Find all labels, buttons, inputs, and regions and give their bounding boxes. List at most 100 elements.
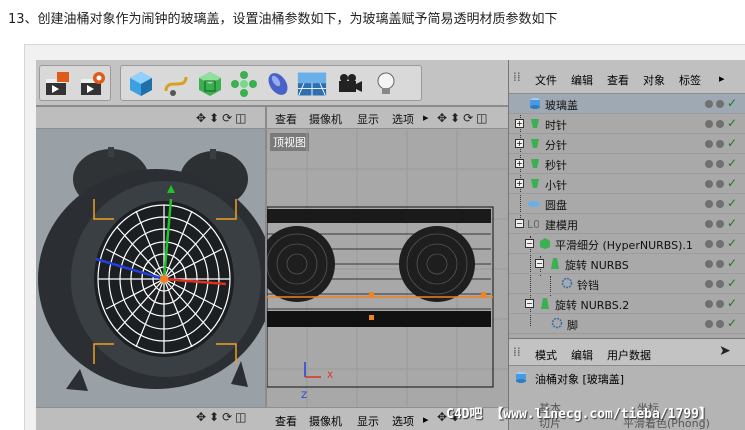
enabled-check-icon[interactable]: ✓ — [727, 236, 737, 250]
enabled-check-icon[interactable]: ✓ — [727, 296, 737, 310]
object-row-lathe-nurbs-2[interactable]: − 旋转 NURBS.2 ✓ — [509, 294, 745, 314]
object-row-small-hand[interactable]: + 小针 ✓ — [509, 174, 745, 194]
editor-visibility-dot[interactable] — [705, 300, 713, 308]
drag-handle-icon[interactable]: ⁞⁞ — [513, 345, 521, 359]
enabled-check-icon[interactable]: ✓ — [727, 216, 737, 230]
editor-visibility-dot[interactable] — [705, 180, 713, 188]
menu-more-arrow[interactable]: ▸ — [719, 72, 725, 85]
extrude-icon — [531, 119, 539, 128]
render-visibility-dot[interactable] — [716, 200, 724, 208]
collapse-icon[interactable]: − — [525, 299, 534, 308]
menu-edit[interactable]: 编辑 — [571, 72, 593, 88]
render-settings-icon[interactable] — [78, 69, 108, 99]
enabled-check-icon[interactable]: ✓ — [727, 176, 737, 190]
spline-icon[interactable] — [161, 69, 191, 99]
viewport-nav-icons[interactable]: ✥⬍⟳◫ — [196, 111, 250, 125]
render-visibility-dot[interactable] — [716, 100, 724, 108]
perspective-viewport[interactable]: ✥⬍⟳◫ — [36, 107, 265, 407]
top-viewport-header: 查看 摄像机 显示 选项 ▸ ✥⬍⟳◫ — [267, 107, 508, 129]
render-visibility-dot[interactable] — [716, 220, 724, 228]
enabled-check-icon[interactable]: ✓ — [727, 136, 737, 150]
enabled-check-icon[interactable]: ✓ — [727, 276, 737, 290]
subdivision-icon[interactable] — [195, 69, 225, 99]
render-visibility-dot[interactable] — [716, 180, 724, 188]
editor-visibility-dot[interactable] — [705, 200, 713, 208]
collapse-icon[interactable]: − — [515, 219, 524, 228]
collapse-icon[interactable]: − — [535, 259, 544, 268]
object-manager: ⁞⁞ 文件 编辑 查看 对象 标签 ▸ 玻璃盖 ✓ + 时针 ✓ + 分针 ✓ … — [508, 60, 745, 338]
object-label: 建模用 — [545, 219, 578, 232]
object-row-hypernurbs[interactable]: − 平滑细分 (HyperNURBS).1 ✓ — [509, 234, 745, 254]
camera-icon[interactable] — [335, 69, 365, 99]
editor-visibility-dot[interactable] — [705, 220, 713, 228]
render-visibility-dot[interactable] — [716, 280, 724, 288]
floor-icon[interactable] — [297, 69, 331, 99]
viewport-menu-options[interactable]: 选项 — [392, 413, 414, 429]
object-row-lathe-nurbs[interactable]: − 旋转 NURBS ✓ — [509, 254, 745, 274]
viewport-menu-display[interactable]: 显示 — [357, 111, 379, 127]
expand-icon[interactable]: + — [515, 179, 524, 188]
menu-mode[interactable]: 模式 — [535, 347, 557, 363]
menu-view[interactable]: 查看 — [607, 72, 629, 88]
editor-visibility-dot[interactable] — [705, 260, 713, 268]
editor-visibility-dot[interactable] — [705, 120, 713, 128]
object-label: 玻璃盖 — [545, 99, 578, 112]
viewport-menu-display[interactable]: 显示 — [357, 413, 379, 429]
object-row-glass-lid[interactable]: 玻璃盖 ✓ — [509, 94, 745, 114]
render-visibility-dot[interactable] — [716, 260, 724, 268]
viewport-menu-view[interactable]: 查看 — [275, 111, 297, 127]
expand-icon[interactable]: + — [515, 119, 524, 128]
editor-visibility-dot[interactable] — [705, 160, 713, 168]
expand-icon[interactable]: + — [515, 139, 524, 148]
object-row-second-hand[interactable]: + 秒针 ✓ — [509, 154, 745, 174]
render-visibility-dot[interactable] — [716, 320, 724, 328]
object-row-modeling-group[interactable]: − L0 建模用 ✓ — [509, 214, 745, 234]
object-row-minute-hand[interactable]: + 分针 ✓ — [509, 134, 745, 154]
object-row-bell[interactable]: 铃铛 ✓ — [509, 274, 745, 294]
enabled-check-icon[interactable]: ✓ — [727, 116, 737, 130]
object-label: 脚 — [567, 319, 578, 332]
render-visibility-dot[interactable] — [716, 120, 724, 128]
collapse-icon[interactable]: − — [525, 239, 534, 248]
render-visibility-dot[interactable] — [716, 140, 724, 148]
editor-visibility-dot[interactable] — [705, 100, 713, 108]
pointer-arrow-icon[interactable]: ➤ — [719, 343, 731, 359]
viewport-menu-camera[interactable]: 摄像机 — [309, 413, 342, 429]
viewport-menu-options[interactable]: 选项 — [392, 111, 414, 127]
editor-visibility-dot[interactable] — [705, 280, 713, 288]
render-view-icon[interactable] — [43, 69, 73, 99]
editor-visibility-dot[interactable] — [705, 240, 713, 248]
light-icon[interactable] — [371, 69, 401, 99]
viewport-menu-camera[interactable]: 摄像机 — [309, 111, 342, 127]
expand-icon[interactable]: + — [515, 159, 524, 168]
cube-icon[interactable] — [126, 69, 156, 99]
viewport-nav-icons[interactable]: ✥⬍⟳◫ — [437, 111, 491, 125]
editor-visibility-dot[interactable] — [705, 140, 713, 148]
drag-handle-icon[interactable]: ⁞⁞ — [513, 70, 521, 84]
menu-object[interactable]: 对象 — [643, 72, 665, 88]
object-row-hour-hand[interactable]: + 时针 ✓ — [509, 114, 745, 134]
enabled-check-icon[interactable]: ✓ — [727, 96, 737, 110]
enabled-check-icon[interactable]: ✓ — [727, 156, 737, 170]
viewport-menu-view[interactable]: 查看 — [275, 413, 297, 429]
menu-user-data[interactable]: 用户数据 — [607, 347, 651, 363]
editor-visibility-dot[interactable] — [705, 320, 713, 328]
render-visibility-dot[interactable] — [716, 160, 724, 168]
render-visibility-dot[interactable] — [716, 300, 724, 308]
render-visibility-dot[interactable] — [716, 240, 724, 248]
object-row-disc[interactable]: 圆盘 ✓ — [509, 194, 745, 214]
enabled-check-icon[interactable]: ✓ — [727, 196, 737, 210]
enabled-check-icon[interactable]: ✓ — [727, 316, 737, 330]
enabled-check-icon[interactable]: ✓ — [727, 256, 737, 270]
viewport-menu-more-arrow[interactable]: ▸ — [423, 111, 429, 124]
deformer-icon[interactable] — [263, 69, 293, 99]
array-icon[interactable] — [229, 69, 259, 99]
top-viewport[interactable]: 查看 摄像机 显示 选项 ▸ ✥⬍⟳◫ 顶视图 Z X — [267, 107, 508, 407]
menu-file[interactable]: 文件 — [535, 72, 557, 88]
viewport-menu-more-arrow[interactable]: ▸ — [423, 413, 429, 426]
menu-tags[interactable]: 标签 — [679, 72, 701, 88]
menu-edit[interactable]: 编辑 — [571, 347, 593, 363]
lathe-icon — [541, 298, 549, 309]
object-row-feet[interactable]: 脚 ✓ — [509, 314, 745, 334]
viewport-nav-icons[interactable]: ✥⬍⟳◫ — [196, 410, 250, 424]
